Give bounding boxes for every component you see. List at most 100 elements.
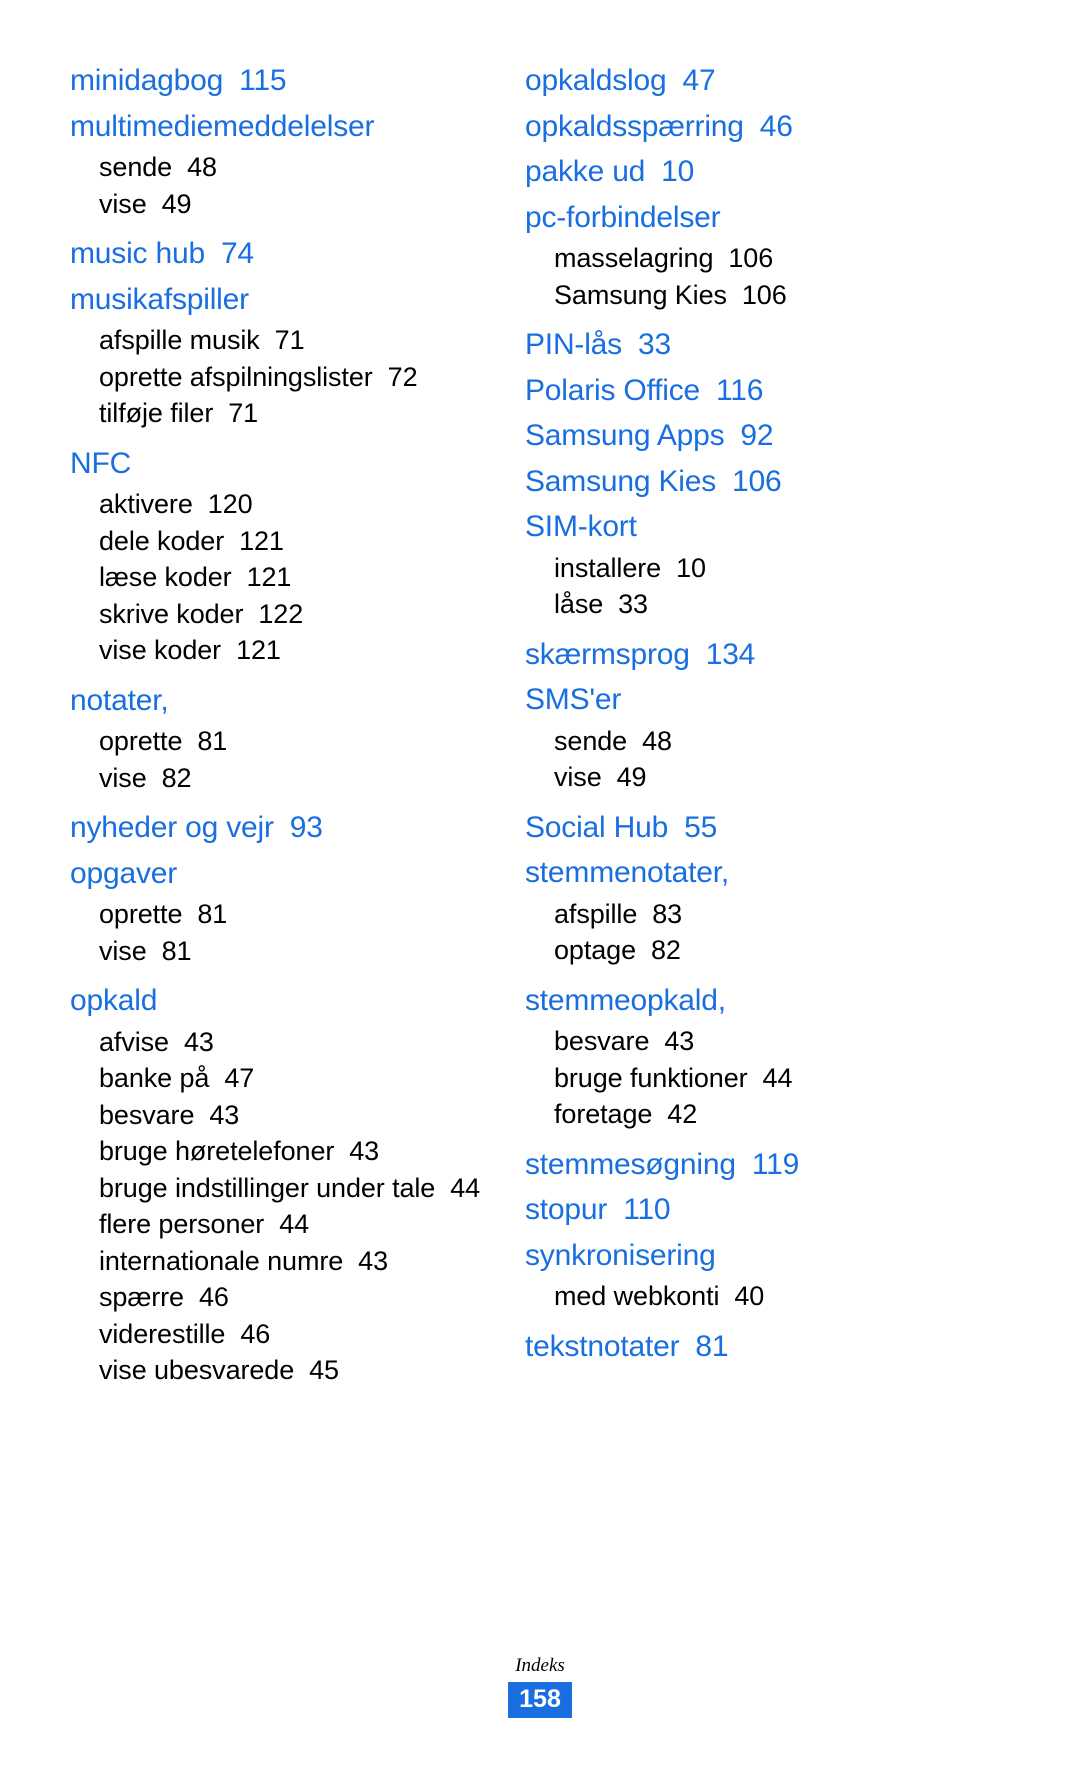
index-page-number: 81 bbox=[695, 1329, 729, 1363]
index-page-number: 43 bbox=[358, 1245, 388, 1276]
index-page-number: 71 bbox=[274, 325, 305, 355]
index-page-number: 106 bbox=[741, 279, 787, 310]
index-term: besvare bbox=[99, 1099, 195, 1130]
index-entry-main: music hub 74 bbox=[70, 231, 487, 277]
index-page-number: 44 bbox=[450, 1172, 481, 1203]
index-entry-sub: vise 81 bbox=[70, 933, 487, 970]
index-page-number: 120 bbox=[207, 489, 253, 519]
index-entry-sub: banke på 47 bbox=[70, 1060, 487, 1097]
index-entry-main: musikafspiller bbox=[70, 277, 487, 323]
index-page-number: 134 bbox=[705, 637, 756, 671]
index-page-number: 43 bbox=[349, 1136, 380, 1166]
index-entry-main: stemmeopkald, bbox=[525, 978, 942, 1024]
index-entry-sub: afspille musik 71 bbox=[70, 322, 487, 359]
index-entry-sub: skrive koder 122 bbox=[70, 596, 487, 633]
index-entry-main: notater, bbox=[70, 678, 487, 724]
index-page-number: 46 bbox=[759, 109, 793, 143]
index-term: opkaldslog bbox=[525, 64, 667, 97]
index-term: læse koder bbox=[99, 562, 232, 592]
index-page-number: 122 bbox=[258, 598, 304, 629]
index-term: stemmesøgning bbox=[525, 1147, 736, 1181]
index-page-number: 74 bbox=[220, 237, 254, 270]
index-entry-main: Social Hub 55 bbox=[525, 805, 942, 851]
entry-group-spacer bbox=[525, 969, 942, 978]
index-entry-sub: flere personer 44 bbox=[70, 1206, 487, 1243]
entry-group-spacer bbox=[70, 669, 487, 678]
index-page-number: 106 bbox=[728, 243, 774, 273]
entry-group-spacer bbox=[70, 432, 487, 441]
index-page-number: 47 bbox=[224, 1063, 255, 1093]
index-term: låse bbox=[554, 589, 604, 619]
index-page-number: 93 bbox=[289, 811, 323, 844]
index-term: oprette bbox=[99, 899, 183, 929]
index-page-number: 44 bbox=[279, 1209, 310, 1239]
index-page-number: 40 bbox=[734, 1281, 765, 1311]
index-term: SIM-kort bbox=[525, 510, 637, 543]
index-term: installere bbox=[554, 552, 662, 583]
index-term: vise bbox=[99, 762, 147, 793]
index-term: internationale numre bbox=[99, 1245, 344, 1276]
index-term: vise ubesvarede bbox=[99, 1355, 295, 1385]
index-term: skærmsprog bbox=[525, 637, 690, 671]
index-entry-sub: internationale numre 43 bbox=[70, 1243, 487, 1280]
right-column: opkaldslog 47 opkaldsspærring 46 pakke ud 10 p… bbox=[525, 58, 942, 1369]
index-entry-sub: tilføje filer 71 bbox=[70, 395, 487, 432]
index-page-number: 121 bbox=[236, 635, 281, 665]
index-entry-main: Samsung Kies 106 bbox=[525, 459, 942, 505]
index-entry-sub: masselagring 106 bbox=[525, 240, 942, 277]
index-entry-sub: vise 49 bbox=[525, 759, 942, 796]
entry-group-spacer bbox=[525, 1315, 942, 1324]
index-page-number: 81 bbox=[197, 899, 228, 929]
index-term: Samsung Apps bbox=[525, 419, 725, 452]
index-page-number: 10 bbox=[676, 552, 706, 583]
index-entry-sub: spærre 46 bbox=[70, 1279, 487, 1316]
index-page-number: 46 bbox=[240, 1318, 271, 1349]
index-page-number: 48 bbox=[187, 152, 217, 182]
index-page-number: 43 bbox=[664, 1026, 695, 1056]
index-term: bruge funktioner bbox=[554, 1062, 748, 1093]
index-term: minidagbog bbox=[70, 64, 224, 97]
index-page-number: 55 bbox=[684, 810, 718, 844]
index-term: SMS'er bbox=[525, 683, 622, 716]
index-entry-main: SMS'er bbox=[525, 677, 942, 723]
index-entry-sub: bruge funktioner 44 bbox=[525, 1060, 942, 1097]
index-entry-sub: oprette 81 bbox=[70, 723, 487, 760]
index-term: banke på bbox=[99, 1063, 210, 1093]
index-entry-main: stemmesøgning 119 bbox=[525, 1142, 942, 1188]
index-entry-sub: læse koder 121 bbox=[70, 559, 487, 596]
index-entry-sub: vise ubesvarede 45 bbox=[70, 1352, 487, 1389]
index-term: flere personer bbox=[99, 1209, 265, 1239]
index-entry-sub: besvare 43 bbox=[525, 1023, 942, 1060]
index-entry-main: pc-forbindelser bbox=[525, 195, 942, 241]
index-entry-sub: Samsung Kies 106 bbox=[525, 277, 942, 314]
index-entry-sub: optage 82 bbox=[525, 932, 942, 969]
index-page-number: 49 bbox=[161, 188, 192, 219]
index-entry-sub: låse 33 bbox=[525, 586, 942, 623]
index-entry-sub: besvare 43 bbox=[70, 1097, 487, 1134]
index-page-number: 48 bbox=[642, 725, 672, 756]
index-page-number: 72 bbox=[387, 361, 418, 392]
index-term: Samsung Kies bbox=[554, 279, 727, 310]
index-term: NFC bbox=[70, 446, 132, 480]
index-term: opgaver bbox=[70, 856, 178, 890]
index-term: vise koder bbox=[99, 635, 222, 665]
index-page-number: 42 bbox=[667, 1099, 698, 1129]
index-entry-sub: vise koder 121 bbox=[70, 632, 487, 669]
index-entry-main: opkald bbox=[70, 978, 487, 1024]
index-entry-sub: vise 49 bbox=[70, 186, 487, 223]
index-page-number: 43 bbox=[183, 1026, 214, 1057]
index-term: bruge høretelefoner bbox=[99, 1136, 335, 1166]
index-columns: minidagbog 115 multimediemeddelelser sende 4… bbox=[70, 58, 1010, 1389]
index-term: oprette bbox=[99, 726, 183, 756]
index-term: musikafspiller bbox=[70, 282, 249, 316]
index-term: spærre bbox=[99, 1282, 184, 1312]
index-term: stopur bbox=[525, 1193, 608, 1226]
index-page-number: 82 bbox=[161, 762, 192, 793]
index-entry-main: SIM-kort bbox=[525, 504, 942, 550]
index-page-number: 81 bbox=[197, 726, 228, 756]
entry-group-spacer bbox=[70, 222, 487, 231]
index-term: pc-forbindelser bbox=[525, 200, 721, 234]
index-page-number: 92 bbox=[740, 419, 774, 452]
entry-group-spacer bbox=[70, 796, 487, 805]
index-entry-main: Samsung Apps 92 bbox=[525, 413, 942, 459]
